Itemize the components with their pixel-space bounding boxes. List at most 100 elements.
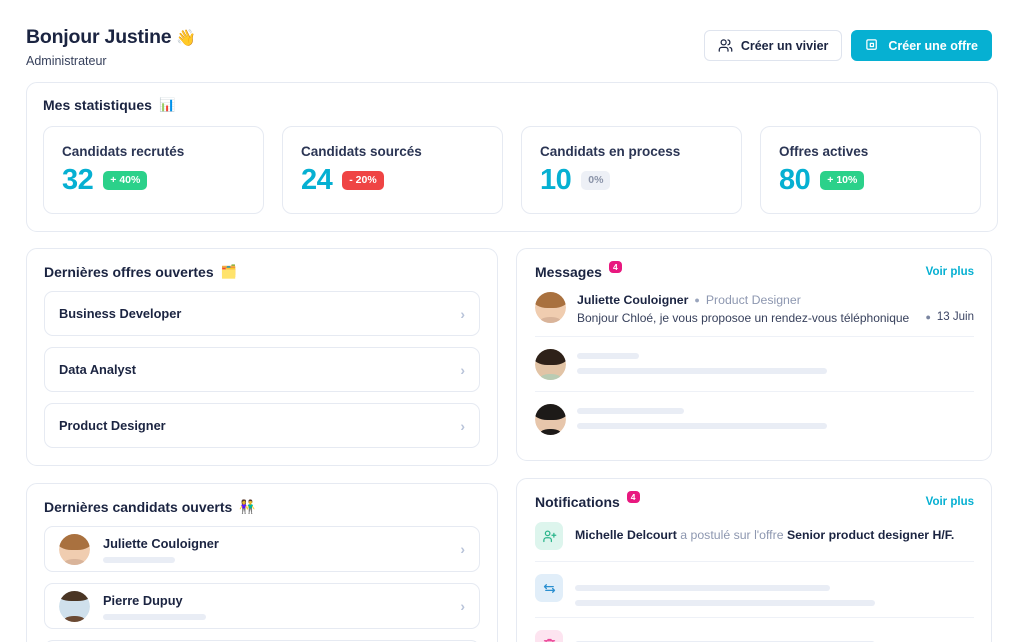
- statistics-card: Mes statistiques 📊 Candidats recrutés 32…: [26, 82, 998, 232]
- notification-row[interactable]: [535, 618, 974, 642]
- user-role: Administrateur: [26, 54, 196, 68]
- statistics-title-label: Mes statistiques: [43, 97, 152, 113]
- offer-title-wrap: Product Designer: [59, 418, 447, 433]
- stat-value: 10: [540, 166, 571, 195]
- messages-see-more-link[interactable]: Voir plus: [926, 266, 974, 278]
- message-body: [577, 349, 974, 374]
- create-pool-label: Créer un vivier: [741, 39, 829, 53]
- chevron-right-icon: ›: [460, 599, 465, 613]
- notification-placeholder: [575, 630, 974, 642]
- stat-label: Candidats recrutés: [62, 144, 245, 159]
- notification-target: Senior product designer H/F.: [787, 528, 954, 542]
- placeholder-bar: [575, 585, 830, 591]
- latest-candidates-card: Dernières candidats ouverts 👫 Juliette C…: [26, 483, 498, 642]
- create-offer-button[interactable]: Créer une offre: [851, 30, 992, 61]
- candidate-info: Pierre Dupuy: [103, 593, 447, 620]
- placeholder-bar: [577, 423, 827, 429]
- messages-title: Messages 4: [535, 264, 622, 280]
- stat-value: 80: [779, 166, 810, 195]
- stat-card-active-offers: Offres actives 80 + 10%: [760, 126, 981, 214]
- stat-value-row: 24 - 20%: [301, 166, 484, 195]
- messages-title-label: Messages: [535, 264, 602, 280]
- trash-icon: [535, 630, 563, 642]
- notification-row[interactable]: [535, 562, 974, 618]
- notification-actor: Michelle Delcourt: [575, 528, 677, 542]
- stat-card-in-process: Candidats en process 10 0%: [521, 126, 742, 214]
- stat-delta-badge: - 20%: [342, 171, 383, 190]
- avatar: [59, 534, 90, 565]
- stat-value-row: 80 + 10%: [779, 166, 962, 195]
- message-body: [577, 404, 974, 429]
- message-date-wrap: ● 13 Juin: [925, 292, 974, 323]
- notification-text: Michelle Delcourt a postulé sur l'offre …: [575, 522, 974, 542]
- create-offer-label: Créer une offre: [888, 39, 978, 53]
- offer-title: Product Designer: [59, 418, 447, 433]
- avatar: [535, 404, 566, 435]
- notification-placeholder: [575, 574, 974, 606]
- offer-title: Data Analyst: [59, 362, 447, 377]
- placeholder-bar: [103, 614, 206, 620]
- message-row[interactable]: [535, 337, 974, 392]
- offer-row[interactable]: Product Designer ›: [44, 403, 480, 448]
- messages-card: Messages 4 Voir plus Juliette Couloigner: [516, 248, 992, 461]
- notifications-title-label: Notifications: [535, 494, 620, 510]
- message-sender: Juliette Couloigner: [577, 293, 688, 307]
- notification-row[interactable]: Michelle Delcourt a postulé sur l'offre …: [535, 510, 974, 562]
- offer-row[interactable]: Business Developer ›: [44, 291, 480, 336]
- greeting-text: Bonjour Justine: [26, 26, 171, 49]
- notifications-see-more-link[interactable]: Voir plus: [926, 496, 974, 508]
- candidate-row[interactable]: Juliette Couloigner ›: [44, 526, 480, 572]
- offer-title-wrap: Data Analyst: [59, 362, 447, 377]
- notifications-title: Notifications 4: [535, 494, 640, 510]
- statistics-row: Candidats recrutés 32 + 40% Candidats so…: [43, 126, 981, 214]
- candidate-row[interactable]: Pierre Dupuy ›: [44, 583, 480, 629]
- folder-icon: 🗂️: [221, 264, 237, 280]
- placeholder-bar: [577, 408, 684, 414]
- latest-candidates-title: Dernières candidats ouverts 👫: [44, 499, 480, 515]
- copy-document-icon: [865, 38, 880, 53]
- placeholder-bar: [577, 368, 827, 374]
- notifications-header: Notifications 4 Voir plus: [535, 494, 974, 510]
- latest-offers-card: Dernières offres ouvertes 🗂️ Business De…: [26, 248, 498, 466]
- notifications-count-badge: 4: [627, 491, 640, 504]
- offer-title-wrap: Business Developer: [59, 306, 447, 321]
- stat-delta-badge: 0%: [581, 171, 610, 190]
- greeting-block: Bonjour Justine 👋 Administrateur: [26, 22, 196, 68]
- message-row[interactable]: Juliette Couloigner ● Product Designer B…: [535, 280, 974, 337]
- offer-title: Business Developer: [59, 306, 447, 321]
- notification-action: a postulé sur l'offre: [677, 528, 787, 542]
- message-row[interactable]: [535, 392, 974, 446]
- stat-label: Candidats sourcés: [301, 144, 484, 159]
- users-group-icon: [718, 38, 733, 53]
- candidate-info: Juliette Couloigner: [103, 536, 447, 563]
- offer-row[interactable]: Data Analyst ›: [44, 347, 480, 392]
- stat-value-row: 10 0%: [540, 166, 723, 195]
- stat-delta-badge: + 40%: [103, 171, 147, 190]
- stat-value-row: 32 + 40%: [62, 166, 245, 195]
- waving-hand-icon: 👋: [176, 28, 196, 48]
- stat-card-recruited: Candidats recrutés 32 + 40%: [43, 126, 264, 214]
- dashboard-columns: Dernières offres ouvertes 🗂️ Business De…: [0, 232, 1024, 642]
- chevron-right-icon: ›: [460, 363, 465, 377]
- header-actions: Créer un vivier Créer une offre: [704, 22, 992, 61]
- stat-value: 32: [62, 166, 93, 195]
- message-body: Juliette Couloigner ● Product Designer B…: [577, 292, 914, 325]
- right-column: Messages 4 Voir plus Juliette Couloigner: [516, 248, 992, 642]
- chevron-right-icon: ›: [460, 419, 465, 433]
- candidate-name: Juliette Couloigner: [103, 536, 447, 551]
- bar-chart-icon: 📊: [159, 97, 175, 113]
- message-name-line: Juliette Couloigner ● Product Designer: [577, 293, 914, 307]
- create-pool-button[interactable]: Créer un vivier: [704, 30, 843, 61]
- stat-value: 24: [301, 166, 332, 195]
- left-column: Dernières offres ouvertes 🗂️ Business De…: [26, 248, 498, 642]
- placeholder-bar: [575, 600, 875, 606]
- stat-label: Candidats en process: [540, 144, 723, 159]
- message-date: 13 Juin: [937, 311, 974, 323]
- avatar: [59, 591, 90, 622]
- candidate-name: Pierre Dupuy: [103, 593, 447, 608]
- chevron-right-icon: ›: [460, 307, 465, 321]
- placeholder-bar: [577, 353, 639, 359]
- dashboard-page: Bonjour Justine 👋 Administrateur Créer u…: [0, 0, 1024, 642]
- chevron-right-icon: ›: [460, 542, 465, 556]
- placeholder-bar: [103, 557, 175, 563]
